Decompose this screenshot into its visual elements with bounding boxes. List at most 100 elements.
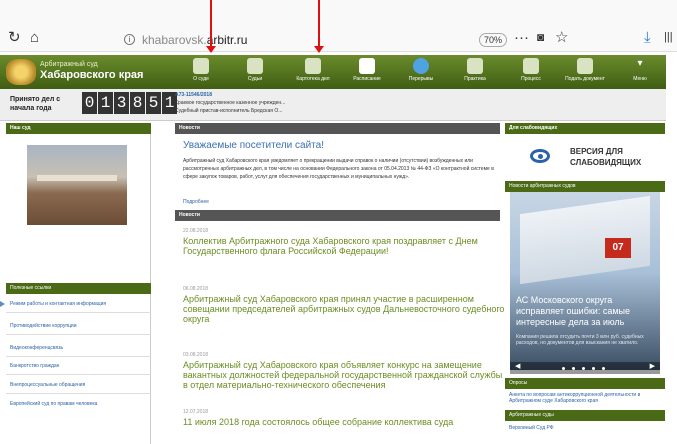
url-host: khabarovsk. <box>142 33 207 47</box>
link-contacts[interactable]: Режим работы и контактная информация <box>6 296 151 313</box>
pocket-icon[interactable]: ◙ <box>537 30 544 45</box>
browser-toolbar: ↻ ⌂ i khabarovsk.arbitr.ru 70% ··· ◙ ☆ ⤓… <box>0 0 677 52</box>
news-date: 12.07.2018 <box>183 409 209 415</box>
link-echr[interactable]: Европейский суд по правам человека <box>6 396 151 412</box>
chevron-down-icon: ▾ <box>637 58 643 69</box>
nav-schedule[interactable]: Расписание <box>344 55 390 89</box>
calendar-icon <box>359 58 375 74</box>
document-icon <box>577 58 593 74</box>
nav-label: Практика <box>464 76 486 82</box>
download-icon[interactable]: ⤓ <box>644 30 651 45</box>
news-title[interactable]: Арбитражный суд Хабаровского края объявл… <box>183 360 508 390</box>
notice-title[interactable]: Уважаемые посетители сайта! <box>183 140 324 151</box>
case-id[interactable]: А73-11546/2018 <box>175 91 285 99</box>
case-ticker[interactable]: А73-11546/2018 Краевое государственное к… <box>175 91 285 115</box>
counter-digit: 3 <box>114 92 129 114</box>
slider-dot[interactable] <box>572 367 575 370</box>
home-icon[interactable]: ⌂ <box>30 30 39 45</box>
nav-menu[interactable]: ▾ Меню <box>620 55 660 89</box>
arrow-right-icon[interactable]: ▶ <box>650 362 655 370</box>
url-domain: arbitr.ru <box>206 33 248 47</box>
court-name[interactable]: Хабаровского края <box>40 69 143 81</box>
news-date: 06.08.2018 <box>183 286 209 292</box>
slider-nav: ◀ ▶ <box>510 362 660 374</box>
court-emblem-icon[interactable] <box>6 59 36 85</box>
court-building-photo <box>27 145 127 225</box>
news-date: 22.08.2018 <box>183 228 209 234</box>
nav-case-files[interactable]: Картотека дел <box>288 55 338 89</box>
vision-line: ВЕРСИЯ ДЛЯ <box>570 147 623 156</box>
nav-submit-document[interactable]: Подать документ <box>560 55 610 89</box>
people-icon <box>247 58 263 74</box>
slide-badge: 07 <box>605 238 631 258</box>
vision-version-text[interactable]: ВЕРСИЯ ДЛЯ СЛАБОВИДЯЩИХ <box>570 146 641 168</box>
counter-digit: 8 <box>130 92 145 114</box>
polls-header: Опросы <box>505 378 665 389</box>
our-court-header: Наш суд <box>6 123 151 134</box>
pointer-arrow-icon <box>0 301 5 307</box>
vision-line: СЛАБОВИДЯЩИХ <box>570 158 642 167</box>
supreme-court-link[interactable]: Верховный Суд РФ <box>509 425 659 431</box>
address-bar[interactable]: khabarovsk.arbitr.ru <box>142 33 247 47</box>
case-party-1: Краевое государственное казенное учрежде… <box>175 100 286 106</box>
more-icon[interactable]: ··· <box>514 30 529 45</box>
counter-digit: 0 <box>82 92 97 114</box>
nav-label: Расписание <box>353 76 381 82</box>
info-icon[interactable]: i <box>124 34 135 45</box>
nav-label: Перерывы <box>408 76 434 82</box>
notice-header: Новости <box>175 123 500 134</box>
vision-header: Для слабовидящих <box>505 123 665 134</box>
slide-title[interactable]: АС Московского округа исправляет ошибки:… <box>516 295 656 328</box>
reload-icon[interactable]: ↻ <box>8 30 21 45</box>
cases-counter-label: Принято дел с начала года <box>10 95 60 113</box>
clock-icon <box>413 58 429 74</box>
poll-link[interactable]: Анкета по вопросам антикоррупционной дея… <box>509 392 659 404</box>
columns-icon <box>193 58 209 74</box>
library-icon[interactable]: ||| <box>664 30 673 45</box>
slider-dot[interactable] <box>592 367 595 370</box>
slider-dot[interactable] <box>602 367 605 370</box>
slider-dot[interactable] <box>562 367 565 370</box>
nav-process[interactable]: Процесс <box>508 55 554 89</box>
more-link[interactable]: Подробнее <box>183 199 209 205</box>
news-header: Новости <box>175 210 500 221</box>
nav-breaks[interactable]: Перерывы <box>398 55 444 89</box>
arbitration-courts-header: Арбитражные суды <box>505 410 665 421</box>
zoom-level[interactable]: 70% <box>479 33 507 47</box>
annotation-arrow <box>206 0 216 53</box>
court-name-small: Арбитражный суд <box>40 61 98 68</box>
useful-links-header: Полезные ссылки <box>6 283 151 294</box>
counter-label-line: начала года <box>10 105 52 112</box>
news-title[interactable]: Арбитражный суд Хабаровского края принял… <box>183 294 508 324</box>
gavel-icon <box>467 58 483 74</box>
news-title[interactable]: Коллектив Арбитражного суда Хабаровского… <box>183 236 508 256</box>
news-title[interactable]: 11 июля 2018 года состоялось общее собра… <box>183 417 508 427</box>
notice-body: Арбитражный суд Хабаровского края уведом… <box>183 158 494 180</box>
cases-counter: 013851 <box>82 92 178 116</box>
counter-digit: 5 <box>146 92 161 114</box>
nav-label: Судьи <box>247 76 263 82</box>
nav-label: Меню <box>633 76 647 82</box>
news-date: 03.08.2018 <box>183 352 209 358</box>
arrow-left-icon[interactable]: ◀ <box>515 362 520 370</box>
link-appeals[interactable]: Внепроцессуальные обращения <box>6 377 151 394</box>
eye-icon <box>530 149 550 163</box>
link-bankruptcy[interactable]: Банкротство граждан <box>6 358 151 375</box>
nav-practice[interactable]: Практика <box>452 55 498 89</box>
link-anticorruption[interactable]: Противодействие коррупции <box>6 318 151 335</box>
counter-digit: 1 <box>98 92 113 114</box>
slide-subtitle: Компания решила отсудить почти 3 млн руб… <box>516 334 644 346</box>
nav-label: Процесс <box>521 76 541 82</box>
nav-label: Картотека дел <box>296 76 330 82</box>
nav-label: Подать документ <box>565 76 605 82</box>
nav-judges[interactable]: Судьи <box>232 55 278 89</box>
annotation-arrow <box>314 0 324 53</box>
gears-icon <box>523 58 539 74</box>
link-videoconference[interactable]: Видеоконференцсвязь <box>6 340 151 357</box>
folder-icon <box>305 58 321 74</box>
slider-dot[interactable] <box>582 367 585 370</box>
bookmark-star-icon[interactable]: ☆ <box>555 30 568 45</box>
nav-label: О суде <box>193 76 209 82</box>
courts-news-header: Новости арбитражных судов <box>505 181 665 192</box>
nav-about[interactable]: О суде <box>178 55 224 89</box>
